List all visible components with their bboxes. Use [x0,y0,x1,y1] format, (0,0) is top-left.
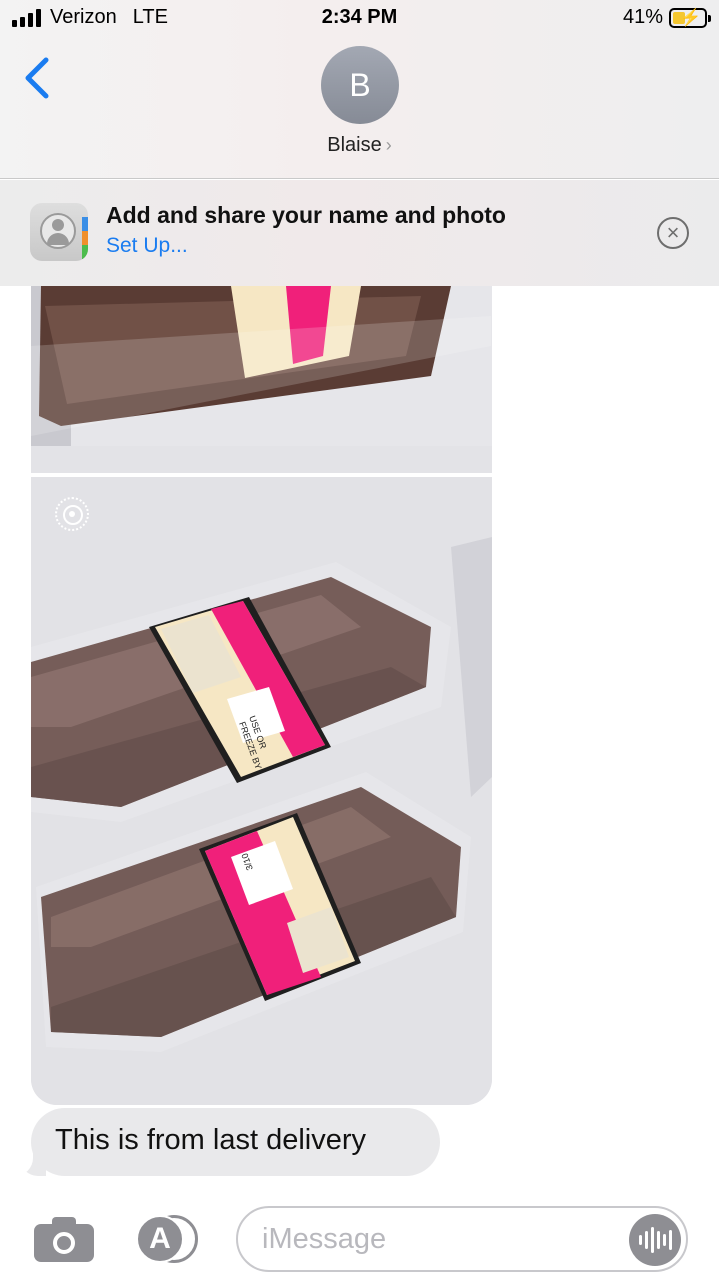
contact-name: Blaise [327,134,382,156]
status-bar: Verizon LTE 2:34 PM 41% ⚡ [0,0,719,40]
photo-image [31,286,492,473]
battery-icon: ⚡ [669,7,711,28]
photo-attachment[interactable] [31,286,492,473]
status-time: 2:34 PM [321,6,398,28]
message-text: This is from last delivery [55,1124,367,1156]
contacts-app-icon [30,203,88,261]
share-name-photo-banner: Add and share your name and photo Set Up… [0,180,719,286]
banner-title: Add and share your name and photo [106,202,506,228]
chevron-left-icon [25,57,49,99]
chevron-right-icon: › [385,135,392,155]
imessage-input[interactable] [236,1206,688,1272]
contact-avatar[interactable]: B [321,46,399,124]
set-up-link[interactable]: Set Up... [106,234,188,258]
back-button[interactable] [20,56,54,100]
live-photo-icon [55,497,89,531]
close-circle-icon[interactable]: × [657,217,689,249]
apps-button[interactable]: A [134,1214,204,1264]
audio-message-button[interactable] [629,1214,681,1266]
photo-image: USE OR FREEZE BY 3/10 [31,477,492,1105]
live-photo-attachment[interactable]: USE OR FREEZE BY 3/10 [31,477,492,1105]
camera-button[interactable] [34,1216,94,1262]
contact-name-button[interactable]: Blaise › [0,134,719,157]
audio-waveform-icon [638,1227,672,1253]
app-store-icon: A [136,1215,184,1263]
battery-percent: 41% [622,6,663,28]
charging-bolt-icon: ⚡ [680,7,702,27]
